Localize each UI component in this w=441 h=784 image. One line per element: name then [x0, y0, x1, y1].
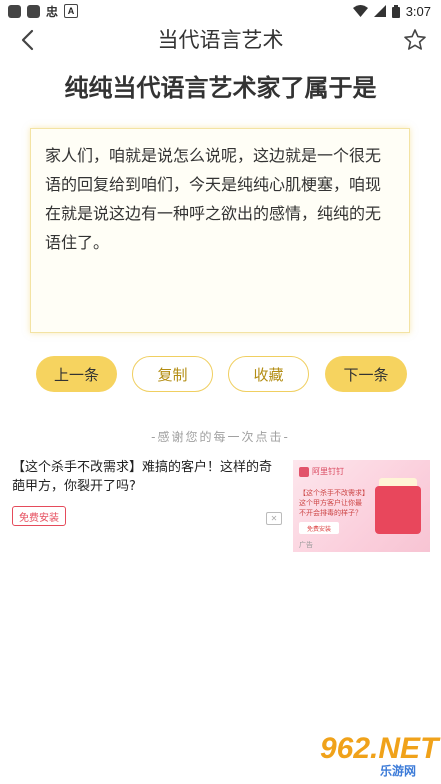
ad-brand-logo-icon [299, 466, 309, 477]
thanks-caption: -感谢您的每一次点击- [151, 430, 290, 444]
ad-banner[interactable]: 【这个杀手不改需求】难搞的客户！这样的奇葩甲方，你裂开了吗? 免费安装 ✕ 阿里… [12, 458, 430, 558]
signal-icon [373, 5, 386, 17]
ad-close-icon[interactable]: ✕ [266, 512, 282, 525]
ad-image-button: 免费安装 [299, 522, 339, 534]
ad-brand: 阿里钉钉 [299, 466, 344, 477]
previous-button[interactable]: 上一条 [36, 356, 117, 392]
battery-icon [391, 4, 400, 18]
status-right: 3:07 [352, 3, 441, 19]
clock: 3:07 [405, 3, 431, 19]
red-envelope-icon [375, 486, 421, 534]
watermark-sub: 乐游网 [380, 764, 417, 778]
star-icon [404, 29, 426, 50]
watermark-brand: 962.NET [320, 732, 439, 765]
notification-square-icon [8, 4, 21, 18]
ad-image-text: 【这个杀手不改需求】这个甲方客户让你最不开会排毒的样子？ [299, 489, 366, 517]
copy-button[interactable]: 复制 [132, 356, 213, 392]
ad-label: 广告 [299, 541, 313, 549]
notification-glyph-icon: 忠 [46, 4, 59, 19]
watermark-logo: 962.NET 乐游网 [306, 732, 439, 780]
status-left: 忠 A [0, 3, 79, 20]
phrase-card: 家人们，咱就是说怎么说呢，这边就是一个很无语的回复给到咱们，今天是纯纯心肌梗塞，… [30, 128, 410, 333]
notification-a-icon: A [64, 4, 79, 18]
phrase-text: 家人们，咱就是说怎么说呢，这边就是一个很无语的回复给到咱们，今天是纯纯心肌梗塞，… [45, 146, 382, 252]
status-bar: 忠 A 3:07 [0, 0, 441, 22]
favorite-button[interactable]: 收藏 [228, 356, 309, 392]
content-headline: 纯纯当代语言艺术家了属于是 [64, 74, 377, 102]
ad-brand-name: 阿里钉钉 [312, 467, 344, 476]
notification-square-icon [27, 4, 40, 18]
ad-install-button[interactable]: 免费安装 [12, 506, 66, 526]
next-button[interactable]: 下一条 [325, 356, 407, 392]
favorite-star-button[interactable] [401, 26, 429, 54]
page-title: 当代语言艺术 [157, 28, 284, 52]
ad-text[interactable]: 【这个杀手不改需求】难搞的客户！这样的奇葩甲方，你裂开了吗? [12, 458, 274, 496]
wifi-icon [352, 5, 368, 17]
nav-bar: 当代语言艺术 [0, 22, 441, 58]
ad-image[interactable]: 阿里钉钉 【这个杀手不改需求】这个甲方客户让你最不开会排毒的样子？ 免费安装 广… [293, 460, 430, 552]
